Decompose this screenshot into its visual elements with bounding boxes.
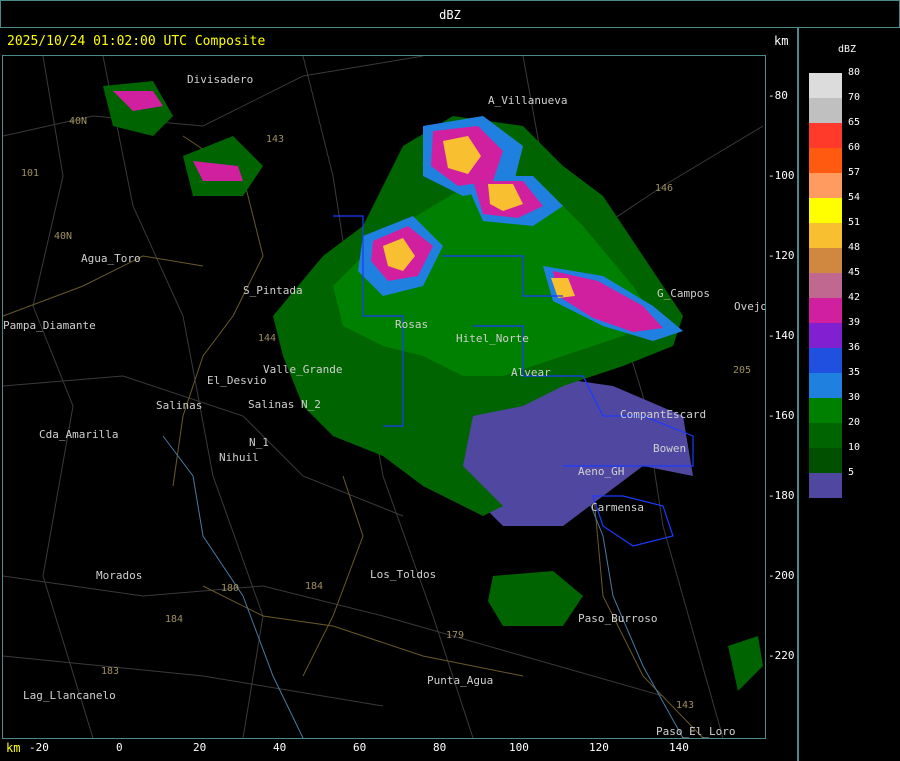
- road-label: 183: [101, 666, 120, 677]
- echo-field: [103, 81, 763, 691]
- x-tick-label: 20: [193, 741, 207, 754]
- legend-label: 5: [848, 467, 855, 478]
- legend-swatch: [809, 148, 842, 173]
- y-tick-label: -200: [768, 569, 795, 582]
- place-label: Pampa_Diamante: [3, 319, 96, 332]
- legend-swatch: [809, 423, 842, 448]
- road-label: 40N: [69, 116, 88, 127]
- legend-label: 70: [848, 92, 861, 103]
- place-label: Paso_El_Loro: [656, 725, 736, 738]
- legend-swatch: [809, 298, 842, 323]
- y-tick-label: -180: [768, 489, 795, 502]
- legend-label: 36: [848, 342, 861, 353]
- road-label: 101: [21, 168, 40, 179]
- x-tick-label: 100: [509, 741, 529, 754]
- window-title: dBZ: [0, 0, 900, 28]
- legend-swatch: [809, 73, 842, 98]
- y-tick-label: -160: [768, 409, 795, 422]
- road-label: 146: [655, 183, 674, 194]
- place-label: Carmensa: [591, 501, 644, 514]
- road-label: 184: [305, 581, 324, 592]
- place-label: Hitel_Norte: [456, 332, 529, 345]
- x-tick-label: -20: [29, 741, 49, 754]
- road-label: 184: [165, 614, 184, 625]
- place-label: Salinas: [156, 399, 203, 412]
- place-label: Paso_Burroso: [578, 612, 658, 625]
- place-label: CompantEscard: [620, 408, 707, 421]
- legend-label: 35: [848, 367, 861, 378]
- place-label: Lag_Llancanelo: [23, 689, 116, 702]
- place-label: Agua_Toro: [81, 252, 141, 265]
- legend-label: 45: [848, 267, 861, 278]
- legend-swatch: [809, 323, 842, 348]
- road-label: 144: [258, 333, 277, 344]
- legend-label: 57: [848, 167, 861, 178]
- legend-swatch: [809, 398, 842, 423]
- legend-swatch: [809, 198, 842, 223]
- place-label: Bowen: [653, 442, 687, 455]
- place-label: A_Villanueva: [488, 94, 568, 107]
- legend-swatch: [809, 273, 842, 298]
- place-label: Valle_Grande: [263, 363, 343, 376]
- legend-label: 60: [848, 142, 861, 153]
- legend-title: dBZ: [838, 44, 857, 55]
- place-label: G_Campos: [657, 287, 710, 300]
- legend-swatch: [809, 173, 842, 198]
- radar-svg: [3, 56, 764, 738]
- place-label: Alvear: [511, 366, 551, 379]
- place-label: Cda_Amarilla: [39, 428, 119, 441]
- road-label: 179: [446, 630, 465, 641]
- x-tick-label: 60: [353, 741, 367, 754]
- x-tick-label: 140: [669, 741, 689, 754]
- place-label: Los_Toldos: [370, 568, 437, 581]
- place-label: S_Pintada: [243, 284, 303, 297]
- place-label: Rosas: [395, 318, 429, 331]
- legend-label: 80: [848, 67, 861, 78]
- legend-label: 65: [848, 117, 861, 128]
- legend-label: 51: [848, 217, 861, 228]
- place-label: Ovejo: [734, 300, 766, 313]
- legend-label: 42: [848, 292, 861, 303]
- place-label: N_1: [249, 436, 269, 449]
- place-label: Punta_Agua: [427, 674, 494, 687]
- y-tick-label: -80: [768, 89, 788, 102]
- place-label: Nihuil: [219, 451, 259, 464]
- legend-label: 10: [848, 442, 861, 453]
- legend-swatch: [809, 448, 842, 473]
- y-tick-label: -120: [768, 249, 795, 262]
- x-tick-label: 0: [116, 741, 123, 754]
- legend-label: 20: [848, 417, 861, 428]
- legend-swatch: [809, 473, 842, 498]
- km-label-bottom: km: [6, 741, 21, 755]
- road-label: 40N: [54, 231, 73, 242]
- legend-swatch: [809, 248, 842, 273]
- y-tick-label: -100: [768, 169, 795, 182]
- place-label: Divisadero: [187, 73, 254, 86]
- road-label: 143: [266, 134, 285, 145]
- road-label: 143: [676, 700, 695, 711]
- legend-swatch: [809, 123, 842, 148]
- y-tick-label: -140: [768, 329, 795, 342]
- legend-label: 48: [848, 242, 861, 253]
- legend-label: 30: [848, 392, 861, 403]
- place-label: Salinas N_2: [248, 398, 321, 411]
- radar-map[interactable]: Divisadero A_Villanueva Agua_Toro Pampa_…: [2, 55, 766, 739]
- legend-label: 54: [848, 192, 861, 203]
- place-label: Morados: [96, 569, 143, 582]
- legend-label: 39: [848, 317, 861, 328]
- place-label: Aeno_GH: [578, 465, 625, 478]
- km-label-top: km: [774, 34, 789, 48]
- y-tick-label: -220: [768, 649, 795, 662]
- x-tick-label: 40: [273, 741, 287, 754]
- road-label: 180: [221, 583, 240, 594]
- legend-swatch: [809, 223, 842, 248]
- legend-swatch: [809, 348, 842, 373]
- road-label: 205: [733, 365, 752, 376]
- x-tick-label: 120: [589, 741, 609, 754]
- x-tick-label: 80: [433, 741, 447, 754]
- place-label: El_Desvio: [207, 374, 267, 387]
- timestamp-header: 2025/10/24 01:02:00 UTC Composite: [7, 34, 266, 49]
- legend-swatch: [809, 373, 842, 398]
- legend-swatch: [809, 98, 842, 123]
